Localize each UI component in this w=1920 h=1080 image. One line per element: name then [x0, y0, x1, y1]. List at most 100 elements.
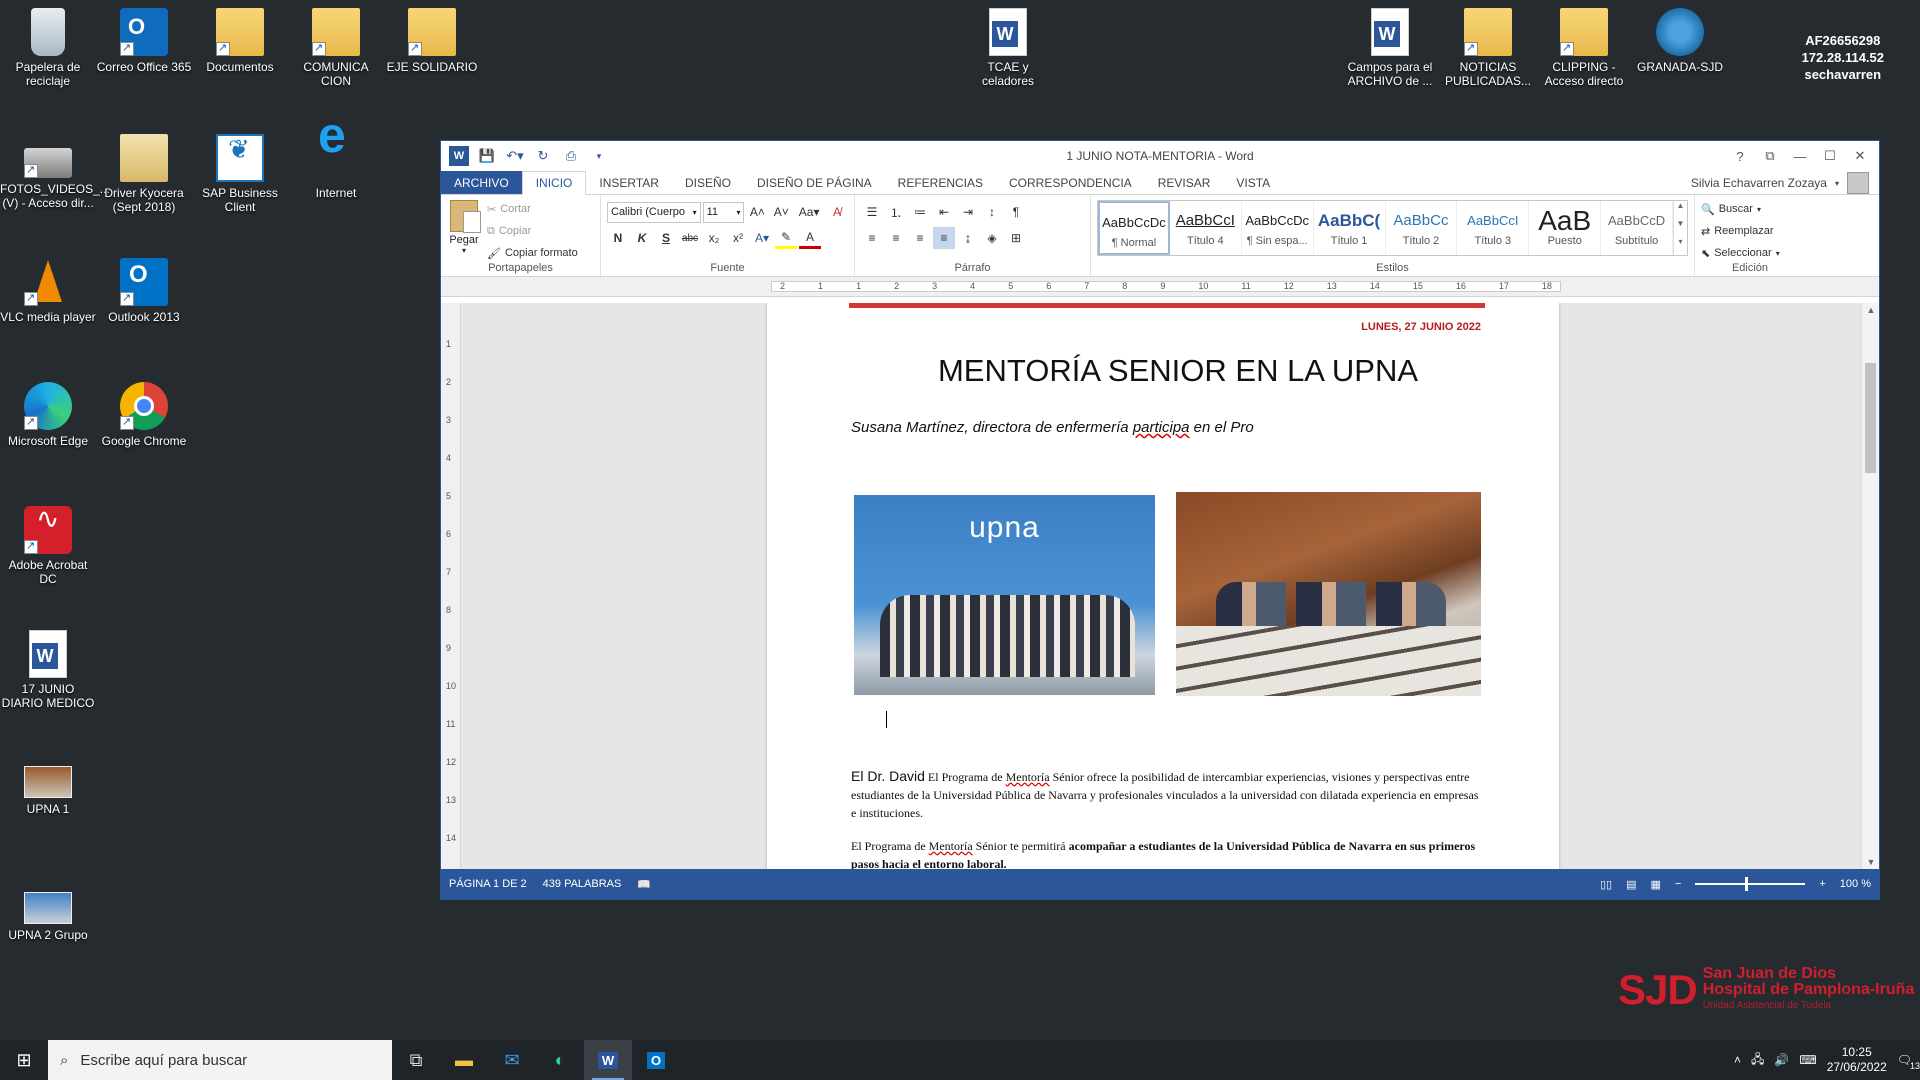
subscript-button[interactable]: x₂ [703, 227, 725, 249]
bullets-icon[interactable]: ☰ [861, 201, 883, 223]
style-normal[interactable]: AaBbCcDc ¶ Normal [1098, 201, 1170, 255]
superscript-button[interactable]: x² [727, 227, 749, 249]
search-box[interactable]: ⌕ Escribe aquí para buscar [48, 1040, 392, 1080]
network-icon[interactable]: 🖧 [1751, 1050, 1764, 1071]
underline-button[interactable]: S [655, 227, 677, 249]
sort-icon[interactable]: ↕ [981, 201, 1003, 223]
proofing-icon[interactable]: 📖 [637, 878, 651, 891]
spelling-error[interactable]: Mentoría [1006, 770, 1050, 784]
desktop-icon-driver-kyocera[interactable]: Driver Kyocera (Sept 2018) [96, 134, 192, 214]
desktop-icon-clipping[interactable]: CLIPPING - Acceso directo [1536, 8, 1632, 88]
tab-referencias[interactable]: REFERENCIAS [885, 171, 996, 194]
desktop-icon-recycle-bin[interactable]: Papelera de reciclaje [0, 8, 96, 88]
file-explorer-icon[interactable]: ▬ [440, 1040, 488, 1080]
desktop-icon-comunicacion[interactable]: COMUNICA CION [288, 8, 384, 88]
shrink-font-icon[interactable]: A˅ [770, 201, 792, 223]
desktop-icon-edge[interactable]: Microsoft Edge [0, 382, 96, 448]
scroll-down-icon[interactable]: ▼ [1862, 857, 1880, 867]
zoom-level[interactable]: 100 % [1840, 878, 1871, 890]
desktop-icon-upna-2[interactable]: UPNA 2 Grupo [0, 880, 96, 942]
word-app-icon[interactable]: W [449, 146, 469, 166]
paragraph-1[interactable]: El Dr. David El Programa de Mentoría Sén… [851, 767, 1481, 822]
maximize-icon[interactable]: ☐ [1817, 145, 1843, 167]
justify-icon[interactable]: ≡ [933, 227, 955, 249]
vertical-scrollbar[interactable]: ▲ ▼ [1861, 303, 1879, 869]
zoom-slider[interactable] [1695, 877, 1806, 891]
clock[interactable]: 10:25 27/06/2022 [1827, 1045, 1887, 1075]
zoom-in-icon[interactable]: + [1819, 878, 1825, 890]
tab-archivo[interactable]: ARCHIVO [441, 171, 522, 194]
save-icon[interactable]: 💾 [477, 146, 497, 166]
web-layout-icon[interactable]: ▦ [1651, 878, 1661, 891]
show-hidden-icons-icon[interactable]: ˄ [1734, 1053, 1741, 1067]
tab-insertar[interactable]: INSERTAR [586, 171, 672, 194]
page-count[interactable]: PÁGINA 1 DE 2 [449, 878, 527, 890]
edge-taskbar-icon[interactable]: ◐ [536, 1040, 584, 1080]
undo-icon[interactable]: ↶▾ [505, 146, 525, 166]
title-bar[interactable]: W 💾 ↶▾ ↻ ⎙ ▾ 1 JUNIO NOTA-MENTORIA - Wor… [441, 141, 1879, 171]
redo-icon[interactable]: ↻ [533, 146, 553, 166]
font-color-icon[interactable]: A [799, 227, 821, 249]
mail-icon[interactable]: ✉ [488, 1040, 536, 1080]
word-window[interactable]: W 💾 ↶▾ ↻ ⎙ ▾ 1 JUNIO NOTA-MENTORIA - Wor… [440, 140, 1880, 900]
format-painter-button[interactable]: 🖌 Copiar formato [487, 242, 594, 264]
volume-icon[interactable]: 🔊 [1774, 1053, 1789, 1067]
outlook-taskbar-icon[interactable]: O [632, 1040, 680, 1080]
meeting-photo[interactable] [1176, 492, 1481, 696]
print-preview-icon[interactable]: ⎙ [561, 146, 581, 166]
desktop-icon-diario-medico[interactable]: 17 JUNIO DIARIO MEDICO [0, 630, 96, 710]
style-subtitulo[interactable]: AaBbCcD Subtítulo [1601, 201, 1673, 255]
print-layout-icon[interactable]: ▤ [1626, 878, 1636, 891]
align-left-icon[interactable]: ≡ [861, 227, 883, 249]
bold-button[interactable]: N [607, 227, 629, 249]
help-icon[interactable]: ? [1727, 145, 1753, 167]
windows-start-icon[interactable]: ⊞ [0, 1040, 48, 1080]
text-effects-icon[interactable]: A▾ [751, 227, 773, 249]
font-size-select[interactable]: 11 ▾ [702, 201, 745, 223]
copy-button[interactable]: ⧉ Copiar [487, 220, 594, 242]
minimize-icon[interactable]: — [1787, 145, 1813, 167]
numbering-icon[interactable]: ⒈ [885, 201, 907, 223]
desktop-icon-granada-sjd[interactable]: GRANADA-SJD [1632, 8, 1728, 74]
chevron-up-icon[interactable]: ▲ [1674, 201, 1687, 219]
chevron-down-icon[interactable]: ▼ [1674, 219, 1687, 237]
tab-vista[interactable]: VISTA [1223, 171, 1283, 194]
shading-icon[interactable]: ◈ [981, 227, 1003, 249]
desktop-icon-eje-solidario[interactable]: EJE SOLIDARIO [384, 8, 480, 74]
desktop-icon-sap[interactable]: ❦ SAP Business Client [192, 134, 288, 214]
line-spacing-icon[interactable]: ↨ [957, 227, 979, 249]
find-button[interactable]: 🔍 Buscar ▾ [1701, 198, 1799, 220]
tab-diseno[interactable]: DISEÑO [672, 171, 744, 194]
style-sin-espaciado[interactable]: AaBbCcDc ¶ Sin espa... [1242, 201, 1314, 255]
tab-revisar[interactable]: REVISAR [1145, 171, 1224, 194]
zoom-out-icon[interactable]: − [1675, 878, 1681, 890]
scroll-thumb[interactable] [1865, 363, 1876, 473]
desktop-icon-chrome[interactable]: Google Chrome [96, 382, 192, 448]
decrease-indent-icon[interactable]: ⇤ [933, 201, 955, 223]
styles-scroll[interactable]: ▲ ▼ ▾ [1673, 201, 1687, 255]
italic-button[interactable]: K [631, 227, 653, 249]
spelling-error[interactable]: participa [1133, 419, 1190, 436]
keyboard-icon[interactable]: ⌨ [1799, 1053, 1816, 1067]
customize-qat-icon[interactable]: ▾ [589, 146, 609, 166]
document-area[interactable]: 123456789101112131415 LUNES, 27 JUNIO 20… [441, 303, 1861, 869]
align-right-icon[interactable]: ≡ [909, 227, 931, 249]
horizontal-ruler[interactable]: 2 1 1 2 3 4 5 6 7 8 9 10 11 12 13 14 15 16 17 18 [441, 277, 1879, 297]
cut-button[interactable]: ✂ Cortar [487, 198, 594, 220]
scroll-up-icon[interactable]: ▲ [1862, 305, 1880, 315]
borders-icon[interactable]: ⊞ [1005, 227, 1027, 249]
grow-font-icon[interactable]: A˄ [746, 201, 768, 223]
tab-correspondencia[interactable]: CORRESPONDENCIA [996, 171, 1145, 194]
ribbon-display-options-icon[interactable]: ⧉ [1757, 145, 1783, 167]
align-center-icon[interactable]: ≡ [885, 227, 907, 249]
account-menu[interactable]: Silvia Echavarren Zozaya ▾ [1691, 171, 1869, 195]
multilevel-list-icon[interactable]: ≔ [909, 201, 931, 223]
show-formatting-icon[interactable]: ¶ [1005, 201, 1027, 223]
group-photo-upna[interactable]: upna [854, 495, 1155, 695]
style-titulo-1[interactable]: AaBbC(Título 1 [1314, 201, 1386, 255]
more-icon[interactable]: ▾ [1674, 237, 1687, 255]
style-puesto[interactable]: AaB Puesto [1529, 201, 1602, 255]
change-case-button[interactable]: Aa ▾ [794, 201, 824, 223]
word-count[interactable]: 439 PALABRAS [543, 878, 622, 890]
vertical-ruler[interactable]: 123456789101112131415 [441, 303, 461, 869]
